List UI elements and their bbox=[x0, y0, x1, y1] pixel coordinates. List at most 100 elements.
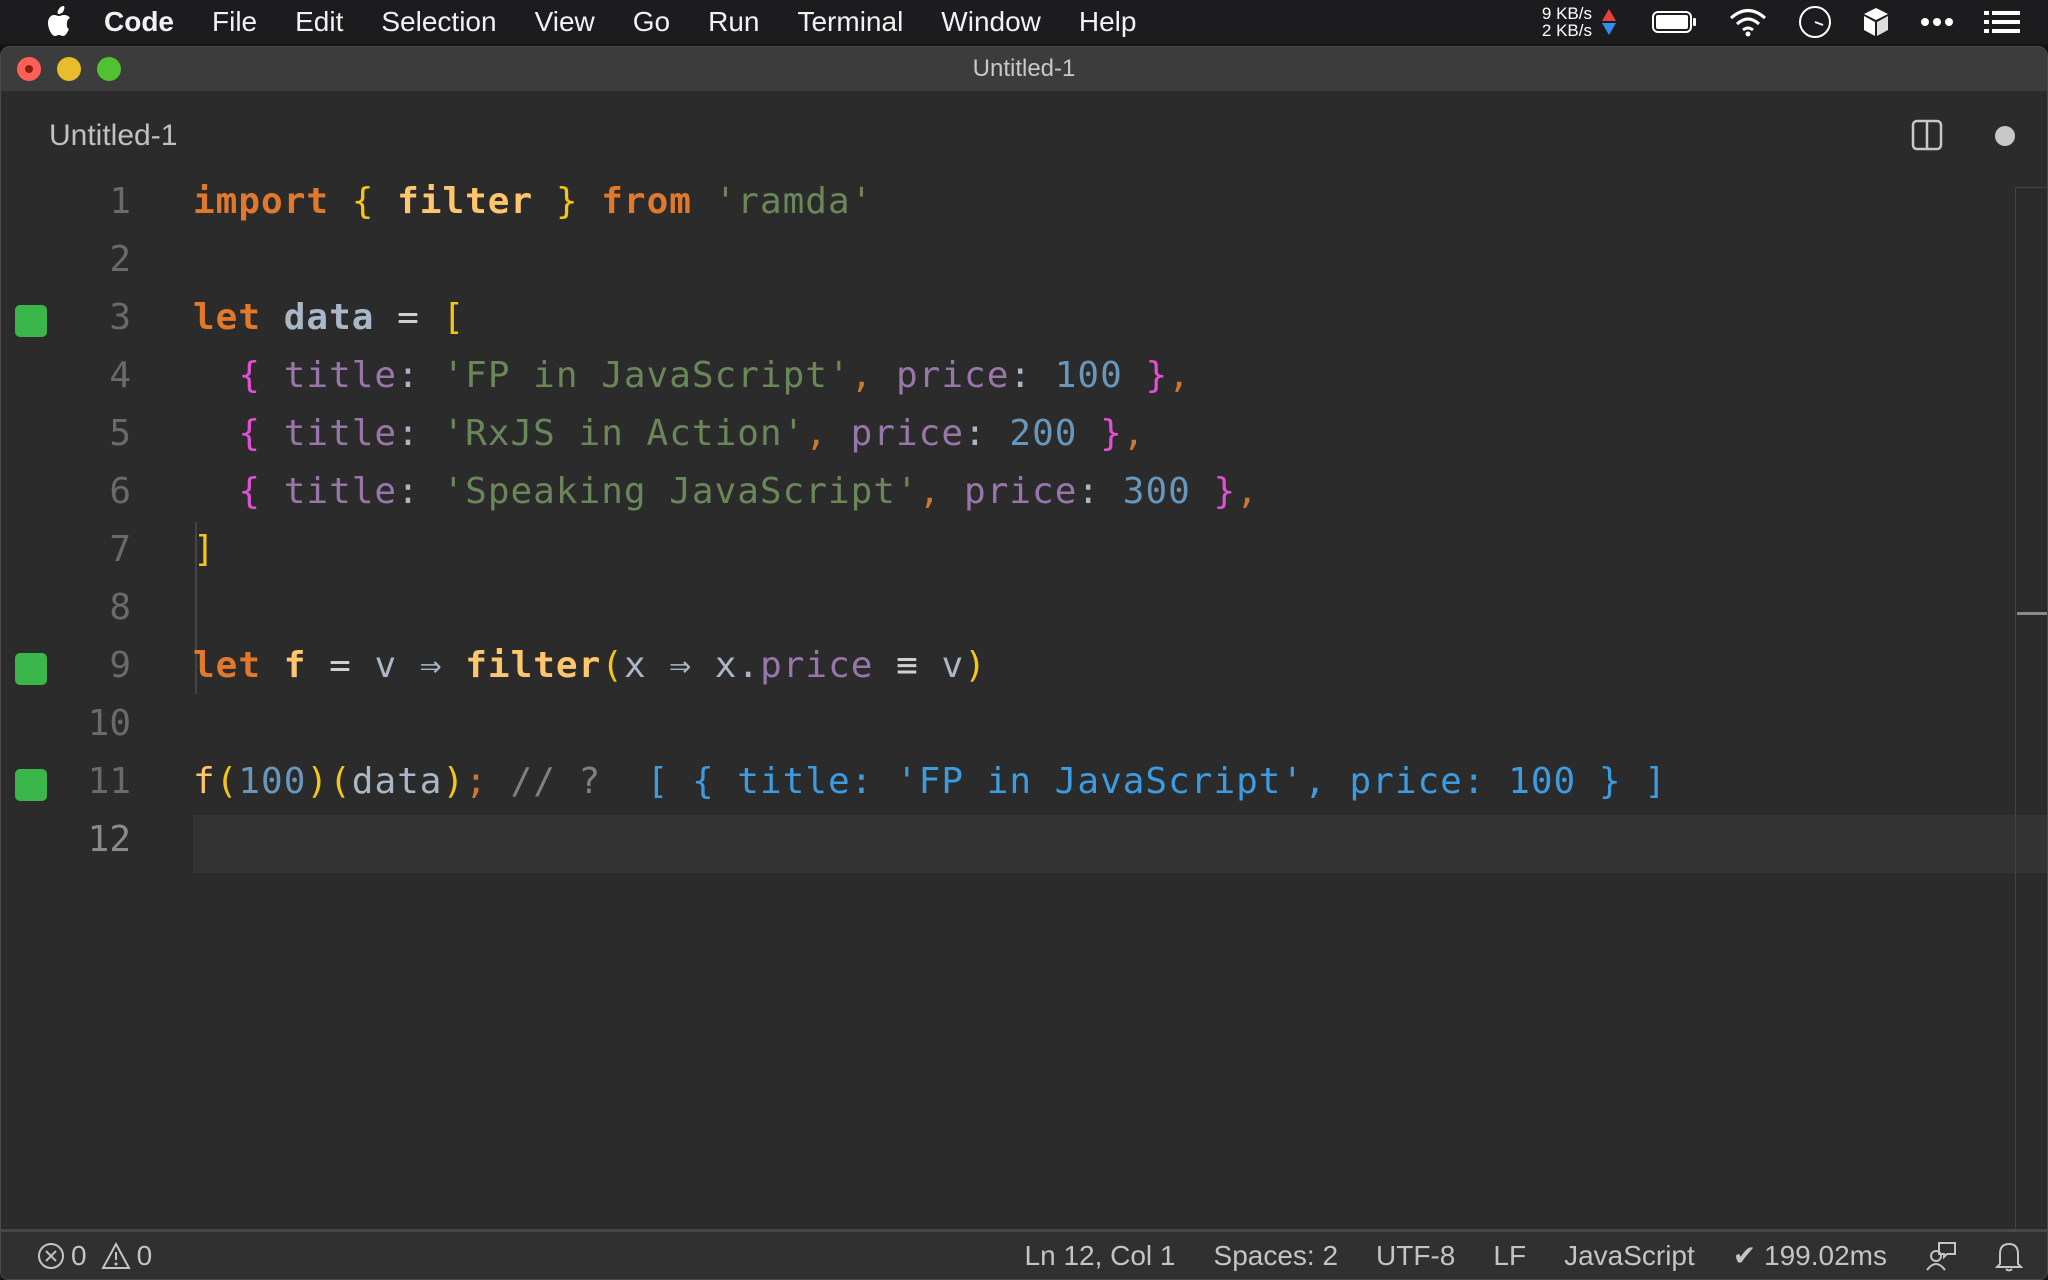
line-number: 10 bbox=[87, 703, 131, 744]
file-encoding[interactable]: UTF-8 bbox=[1376, 1240, 1455, 1272]
menu-selection[interactable]: Selection bbox=[381, 6, 496, 38]
menu-help[interactable]: Help bbox=[1079, 6, 1137, 38]
token-param: v bbox=[941, 645, 965, 686]
battery-icon[interactable] bbox=[1652, 10, 1698, 34]
token-comment: // ? bbox=[510, 761, 602, 802]
token-variable: data bbox=[283, 297, 375, 338]
token-keyword: import bbox=[193, 181, 330, 222]
tab-bar: Untitled-1 bbox=[1, 91, 2047, 177]
status-bar: 0 0 Ln 12, Col 1 Spaces: 2 UTF-8 LF Java… bbox=[1, 1229, 2047, 1279]
warning-count: 0 bbox=[136, 1239, 153, 1271]
more-icon[interactable] bbox=[1920, 17, 1954, 27]
code-line: 1 import { filter } from 'ramda' bbox=[1, 177, 2047, 235]
token-property: price bbox=[760, 645, 874, 686]
menu-app-code[interactable]: Code bbox=[104, 6, 174, 38]
code-text: let data = [ bbox=[193, 297, 465, 338]
token-number: 300 bbox=[1122, 471, 1191, 512]
code-line: 4 { title: 'FP in JavaScript', price: 10… bbox=[1, 351, 2047, 409]
coverage-marker-icon bbox=[15, 305, 47, 337]
code-line: 8 bbox=[1, 583, 2047, 641]
code-text: { title: 'RxJS in Action', price: 200 }, bbox=[238, 413, 1146, 454]
end-of-line[interactable]: LF bbox=[1493, 1240, 1526, 1272]
token-brace: } bbox=[555, 181, 579, 222]
language-mode[interactable]: JavaScript bbox=[1564, 1240, 1695, 1272]
line-number: 9 bbox=[109, 645, 131, 686]
line-number: 4 bbox=[109, 355, 131, 396]
token-operator: ≡ bbox=[896, 645, 919, 686]
line-number: 11 bbox=[87, 761, 131, 802]
code-editor[interactable]: 1 import { filter } from 'ramda' 2 3 let… bbox=[1, 177, 2047, 1277]
quokka-timing[interactable]: ✔ 199.02ms bbox=[1733, 1239, 1887, 1272]
apple-menu-icon[interactable] bbox=[38, 6, 78, 38]
code-line: 5 { title: 'RxJS in Action', price: 200 … bbox=[1, 409, 2047, 467]
line-number: 2 bbox=[109, 239, 131, 280]
overview-ruler-top bbox=[2015, 187, 2047, 188]
token-string: 'RxJS in Action' bbox=[442, 413, 806, 454]
token-arrow: ⇒ bbox=[419, 645, 443, 686]
line-number: 1 bbox=[109, 181, 131, 222]
token-number: 100 bbox=[1054, 355, 1123, 396]
code-text: { title: 'Speaking JavaScript', price: 3… bbox=[238, 471, 1259, 512]
coverage-marker-icon bbox=[15, 769, 47, 801]
notifications-bell-icon[interactable] bbox=[1995, 1240, 2023, 1272]
code-text: let f = v ⇒ filter(x ⇒ x.price ≡ v) bbox=[193, 645, 987, 686]
network-speed[interactable]: 9 KB/s 2 KB/s bbox=[1542, 5, 1592, 39]
token-function-call: f bbox=[193, 761, 216, 802]
scrollbar-thumb[interactable] bbox=[2017, 612, 2047, 615]
tab-untitled-1[interactable]: Untitled-1 bbox=[49, 119, 177, 153]
token-identifier: filter bbox=[397, 181, 534, 222]
menu-view[interactable]: View bbox=[535, 6, 595, 38]
token-identifier: f bbox=[283, 645, 307, 686]
error-count: 0 bbox=[71, 1239, 87, 1271]
code-line: 11 f(100)(data); // ? [ { title: 'FP in … bbox=[1, 757, 2047, 815]
token-number: 200 bbox=[1009, 413, 1078, 454]
window-title: Untitled-1 bbox=[972, 55, 1076, 82]
token-string: 'FP in JavaScript' bbox=[442, 355, 851, 396]
line-number: 7 bbox=[109, 529, 131, 570]
line-number: 5 bbox=[109, 413, 131, 454]
code-text: { title: 'FP in JavaScript', price: 100 … bbox=[238, 355, 1191, 396]
title-bar[interactable]: Untitled-1 bbox=[1, 47, 2047, 91]
upload-speed: 9 KB/s bbox=[1541, 4, 1592, 23]
line-number: 12 bbox=[87, 819, 131, 860]
menu-file[interactable]: File bbox=[212, 6, 257, 38]
token-operator: = bbox=[397, 297, 420, 338]
token-keyword: let bbox=[193, 297, 262, 338]
token-bracket: ] bbox=[193, 529, 216, 570]
feedback-icon[interactable] bbox=[1925, 1240, 1957, 1272]
box-icon[interactable] bbox=[1862, 6, 1890, 38]
download-speed: 2 KB/s bbox=[1541, 21, 1592, 40]
vscode-window: Untitled-1 Untitled-1 1 import { filter … bbox=[0, 46, 2048, 1280]
menu-edit[interactable]: Edit bbox=[295, 6, 343, 38]
token-param: x bbox=[623, 645, 647, 686]
menu-go[interactable]: Go bbox=[633, 6, 670, 38]
clock-icon[interactable] bbox=[1798, 5, 1832, 39]
menu-terminal[interactable]: Terminal bbox=[797, 6, 903, 38]
token-param: v bbox=[374, 645, 398, 686]
unsaved-changes-dot-icon[interactable] bbox=[1995, 126, 2015, 146]
token-number: 100 bbox=[238, 761, 307, 802]
token-keyword: from bbox=[601, 181, 692, 222]
token-arrow: ⇒ bbox=[669, 645, 693, 686]
split-editor-icon[interactable] bbox=[1911, 119, 1943, 151]
token-variable: data bbox=[351, 761, 443, 802]
token-property: title bbox=[283, 471, 398, 512]
indentation-setting[interactable]: Spaces: 2 bbox=[1214, 1240, 1339, 1272]
token-property: title bbox=[283, 355, 398, 396]
code-text: ] bbox=[193, 529, 216, 570]
menu-run[interactable]: Run bbox=[708, 6, 759, 38]
code-line: 10 bbox=[1, 699, 2047, 757]
wifi-icon[interactable] bbox=[1728, 7, 1768, 37]
token-string: 'Speaking JavaScript' bbox=[442, 471, 919, 512]
token-keyword: let bbox=[193, 645, 262, 686]
problems-indicator[interactable]: 0 0 bbox=[37, 1240, 152, 1272]
menu-window[interactable]: Window bbox=[941, 6, 1041, 38]
token-object: x bbox=[714, 645, 738, 686]
warning-icon bbox=[100, 1241, 131, 1269]
cursor-position[interactable]: Ln 12, Col 1 bbox=[1025, 1240, 1176, 1272]
code-line: 6 { title: 'Speaking JavaScript', price:… bbox=[1, 467, 2047, 525]
code-line: 7 ] bbox=[1, 525, 2047, 583]
token-property: price bbox=[896, 355, 1010, 396]
list-icon[interactable] bbox=[1984, 10, 2020, 34]
macos-menubar: Code File Edit Selection View Go Run Ter… bbox=[0, 0, 2048, 44]
